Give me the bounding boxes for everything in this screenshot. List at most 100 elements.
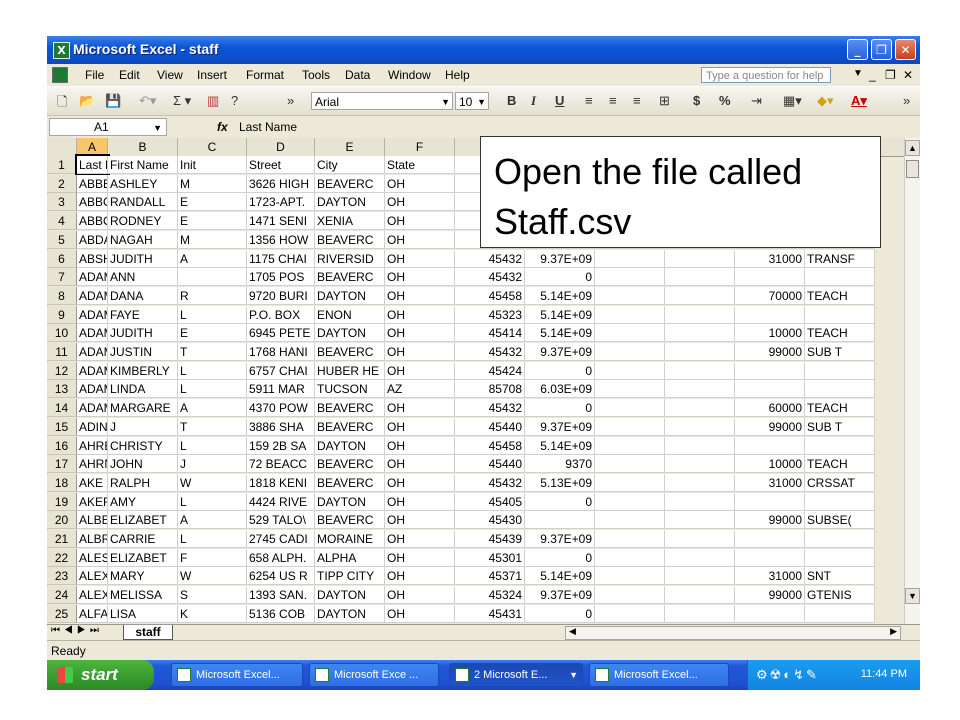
clock[interactable]: 11:44 PM <box>861 668 907 680</box>
cell[interactable]: 658 ALPH. <box>247 548 315 567</box>
cell[interactable] <box>595 305 665 324</box>
cell[interactable]: 3626 HIGH <box>247 174 315 193</box>
cell[interactable] <box>595 399 665 418</box>
cell[interactable]: OH <box>385 511 455 530</box>
cell[interactable]: 70000 <box>735 286 805 305</box>
cell[interactable]: DAYTON <box>315 604 385 623</box>
menu-window[interactable]: Window <box>388 68 431 82</box>
cell[interactable]: 0 <box>525 492 595 511</box>
workbook-icon[interactable] <box>52 67 68 83</box>
row-header[interactable]: 6 <box>47 249 77 268</box>
cell[interactable]: ALESHIRE <box>77 548 108 567</box>
cell[interactable]: 3886 SHA <box>247 417 315 436</box>
cell[interactable]: OH <box>385 492 455 511</box>
fx-icon[interactable]: fx <box>217 120 228 134</box>
ask-question-box[interactable]: Type a question for help <box>701 67 831 83</box>
cell[interactable]: ADINARD( <box>77 417 108 436</box>
cell[interactable]: 0 <box>525 361 595 380</box>
cell[interactable] <box>665 530 735 548</box>
cell[interactable]: L <box>178 436 247 455</box>
cell[interactable] <box>595 343 665 361</box>
row-header[interactable]: 22 <box>47 548 77 567</box>
cell[interactable]: 1723-APT. <box>247 193 315 212</box>
cell[interactable]: 5.14E+09 <box>525 567 595 586</box>
doc-restore-icon[interactable]: ❐ <box>885 68 896 82</box>
cell[interactable]: First Name <box>108 156 178 174</box>
cell[interactable]: AHRNS <box>77 455 108 474</box>
cell[interactable]: OH <box>385 268 455 287</box>
autosum-icon[interactable]: Σ ▾ <box>173 93 191 109</box>
cell[interactable]: MELISSA <box>108 586 178 605</box>
cell[interactable]: DANA <box>108 286 178 305</box>
cell[interactable]: FAYE <box>108 305 178 324</box>
row-header[interactable]: 10 <box>47 324 77 343</box>
cell[interactable]: ADAMS <box>77 305 108 324</box>
row-header[interactable]: 18 <box>47 473 77 492</box>
row-header[interactable]: 20 <box>47 511 77 530</box>
cell[interactable]: 1356 HOW <box>247 230 315 249</box>
cell[interactable] <box>805 548 875 567</box>
cell[interactable] <box>805 436 875 455</box>
cell[interactable] <box>595 455 665 474</box>
cell[interactable] <box>595 548 665 567</box>
cell[interactable]: 45371 <box>455 567 525 586</box>
currency-button[interactable]: $ <box>693 93 700 108</box>
font-color-icon[interactable]: A▾ <box>851 93 867 109</box>
cell[interactable]: 9.37E+09 <box>525 343 595 361</box>
cell[interactable]: 45432 <box>455 268 525 287</box>
row-header[interactable]: 25 <box>47 604 77 623</box>
row-header[interactable]: 3 <box>47 193 77 212</box>
cell[interactable] <box>665 567 735 586</box>
cell[interactable] <box>665 361 735 380</box>
cell[interactable]: 4370 POW <box>247 399 315 418</box>
cell[interactable]: 31000 <box>735 473 805 492</box>
cell[interactable]: City <box>315 156 385 174</box>
cell[interactable]: BEAVERC <box>315 174 385 193</box>
cell[interactable] <box>735 305 805 324</box>
taskbar-button-excel-2[interactable]: Microsoft Exce ... <box>309 663 439 687</box>
cell[interactable]: 45323 <box>455 305 525 324</box>
cell[interactable]: BEAVERC <box>315 417 385 436</box>
cell[interactable]: RIVERSID <box>315 249 385 268</box>
cell[interactable]: TEACH <box>805 455 875 474</box>
cell[interactable]: 45424 <box>455 361 525 380</box>
cell[interactable]: A <box>178 399 247 418</box>
cell[interactable]: ASHLEY <box>108 174 178 193</box>
cell[interactable] <box>735 268 805 287</box>
cell[interactable] <box>665 343 735 361</box>
cell[interactable] <box>595 492 665 511</box>
align-right-icon[interactable]: ≡ <box>633 93 641 108</box>
cell[interactable]: LINDA <box>108 380 178 399</box>
cell[interactable]: M <box>178 174 247 193</box>
vertical-scrollbar[interactable]: ▲ ▼ <box>904 138 920 624</box>
cell[interactable]: BEAVERC <box>315 268 385 287</box>
borders-icon[interactable]: ▦▾ <box>783 93 802 109</box>
cell[interactable]: RODNEY <box>108 212 178 231</box>
cell[interactable]: OH <box>385 530 455 548</box>
cell[interactable]: XENIA <box>315 212 385 231</box>
cell[interactable]: 5911 MAR <box>247 380 315 399</box>
cell[interactable]: DAYTON <box>315 324 385 343</box>
cell[interactable]: 4424 RIVE <box>247 492 315 511</box>
start-button[interactable]: start <box>47 660 154 690</box>
cell[interactable]: 45432 <box>455 473 525 492</box>
cell[interactable]: BEAVERC <box>315 343 385 361</box>
cell[interactable]: ADAMS <box>77 399 108 418</box>
cell[interactable]: ABSHER <box>77 249 108 268</box>
cell[interactable]: 0 <box>525 548 595 567</box>
cell[interactable]: AKE <box>77 473 108 492</box>
cell[interactable]: 5.14E+09 <box>525 436 595 455</box>
cell[interactable]: 9720 BURI <box>247 286 315 305</box>
cell[interactable]: ADAMS <box>77 380 108 399</box>
cell[interactable] <box>665 436 735 455</box>
cell[interactable]: ALFASI <box>77 604 108 623</box>
row-header[interactable]: 14 <box>47 399 77 418</box>
cell[interactable] <box>178 268 247 287</box>
formula-value[interactable]: Last Name <box>239 120 297 134</box>
cell[interactable]: F <box>178 548 247 567</box>
cell[interactable]: L <box>178 361 247 380</box>
cell[interactable]: 45439 <box>455 530 525 548</box>
cell[interactable]: 1175 CHAI <box>247 249 315 268</box>
cell[interactable]: OH <box>385 436 455 455</box>
cell[interactable] <box>805 380 875 399</box>
